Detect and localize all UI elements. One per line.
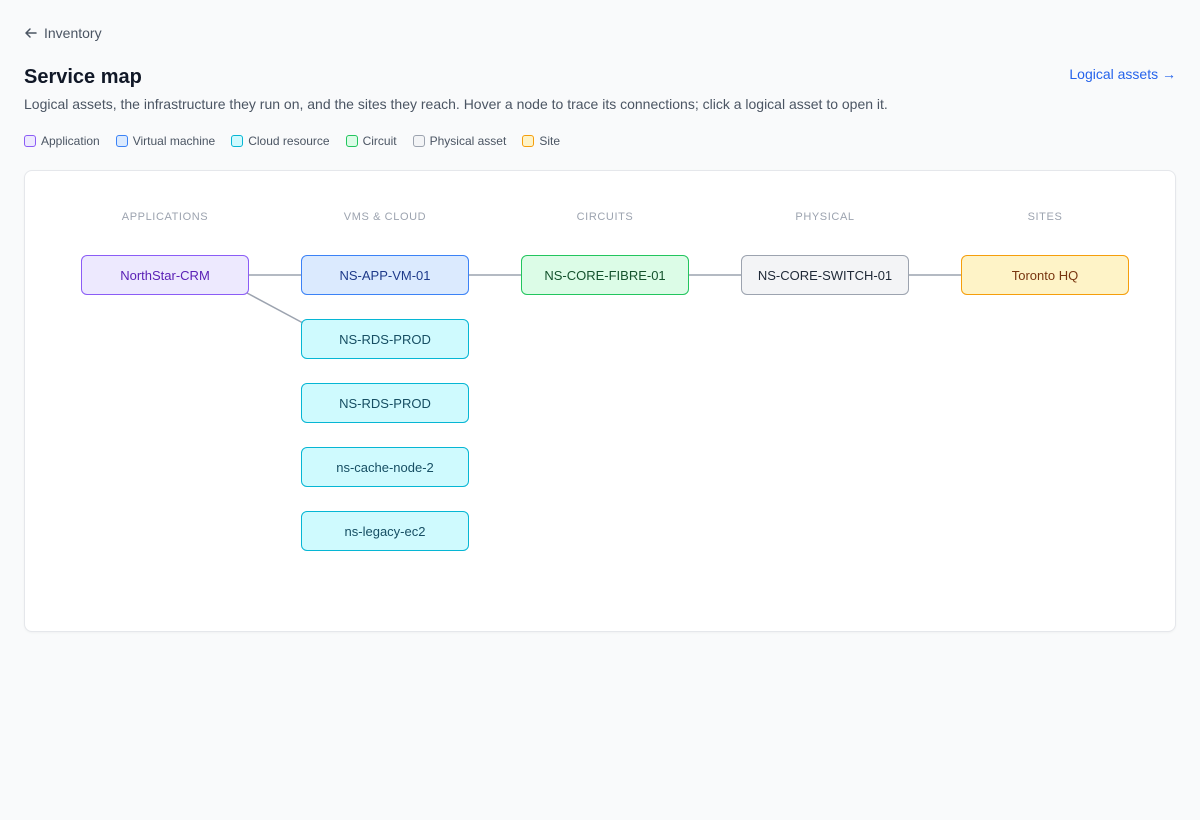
legend-item-circuit: Circuit (345, 134, 397, 148)
legend-swatch (522, 135, 535, 147)
node-cloud-ns-rds-prod[interactable]: NS-RDS-PROD (301, 319, 469, 359)
legend-item-site: Site (522, 134, 560, 148)
node-cloud-ns-rds-prod-2[interactable]: NS-RDS-PROD (301, 383, 469, 423)
arrow-left-icon (25, 28, 37, 38)
connection-edges (246, 274, 961, 324)
legend-label: Virtual machine (132, 134, 216, 148)
node-cloud-ns-cache-node-2[interactable]: ns-cache-node-2 (301, 447, 469, 487)
node-circuit-ns-core-fibre-01[interactable]: NS-CORE-FIBRE-01 (521, 255, 689, 295)
legend-item-virtual-machine: Virtual machine (115, 134, 216, 148)
legend-swatch (115, 135, 128, 147)
service-map-page: Inventory Service map Logical assets, th… (0, 0, 1200, 820)
legend-label: Physical asset (429, 134, 507, 148)
legend-swatch (231, 135, 244, 147)
logical-assets-link[interactable]: Logical assets → (1069, 66, 1176, 82)
legend: Application Virtual machine Cloud resour… (24, 134, 560, 148)
back-link-label: Inventory (44, 25, 102, 41)
legend-swatch (24, 135, 36, 147)
legend-swatch (412, 135, 425, 147)
node-application-northstar-crm[interactable]: NorthStar-CRM (81, 255, 249, 295)
legend-item-cloud-resource: Cloud resource (231, 134, 330, 148)
node-site-toronto-hq[interactable]: Toronto HQ (961, 255, 1129, 295)
legend-label: Site (539, 134, 560, 148)
node-cloud-ns-legacy-ec2[interactable]: ns-legacy-ec2 (301, 511, 469, 551)
page-title: Service map (24, 66, 142, 88)
legend-item-physical-asset: Physical asset (412, 134, 507, 148)
node-physical-ns-core-switch-01[interactable]: NS-CORE-SWITCH-01 (741, 255, 909, 295)
legend-label: Circuit (362, 134, 397, 148)
back-to-inventory-link[interactable]: Inventory (24, 25, 102, 41)
page-subtitle: Logical assets, the infrastructure they … (24, 96, 888, 112)
legend-swatch (345, 135, 358, 147)
service-map-canvas: APPLICATIONS VMS & CLOUD CIRCUITS PHYSIC… (24, 170, 1176, 632)
edge-app-to-rds (246, 292, 304, 324)
legend-item-application: Application (24, 134, 100, 148)
legend-label: Application (41, 134, 100, 148)
node-vm-ns-app-vm-01[interactable]: NS-APP-VM-01 (301, 255, 469, 295)
legend-label: Cloud resource (248, 134, 330, 148)
